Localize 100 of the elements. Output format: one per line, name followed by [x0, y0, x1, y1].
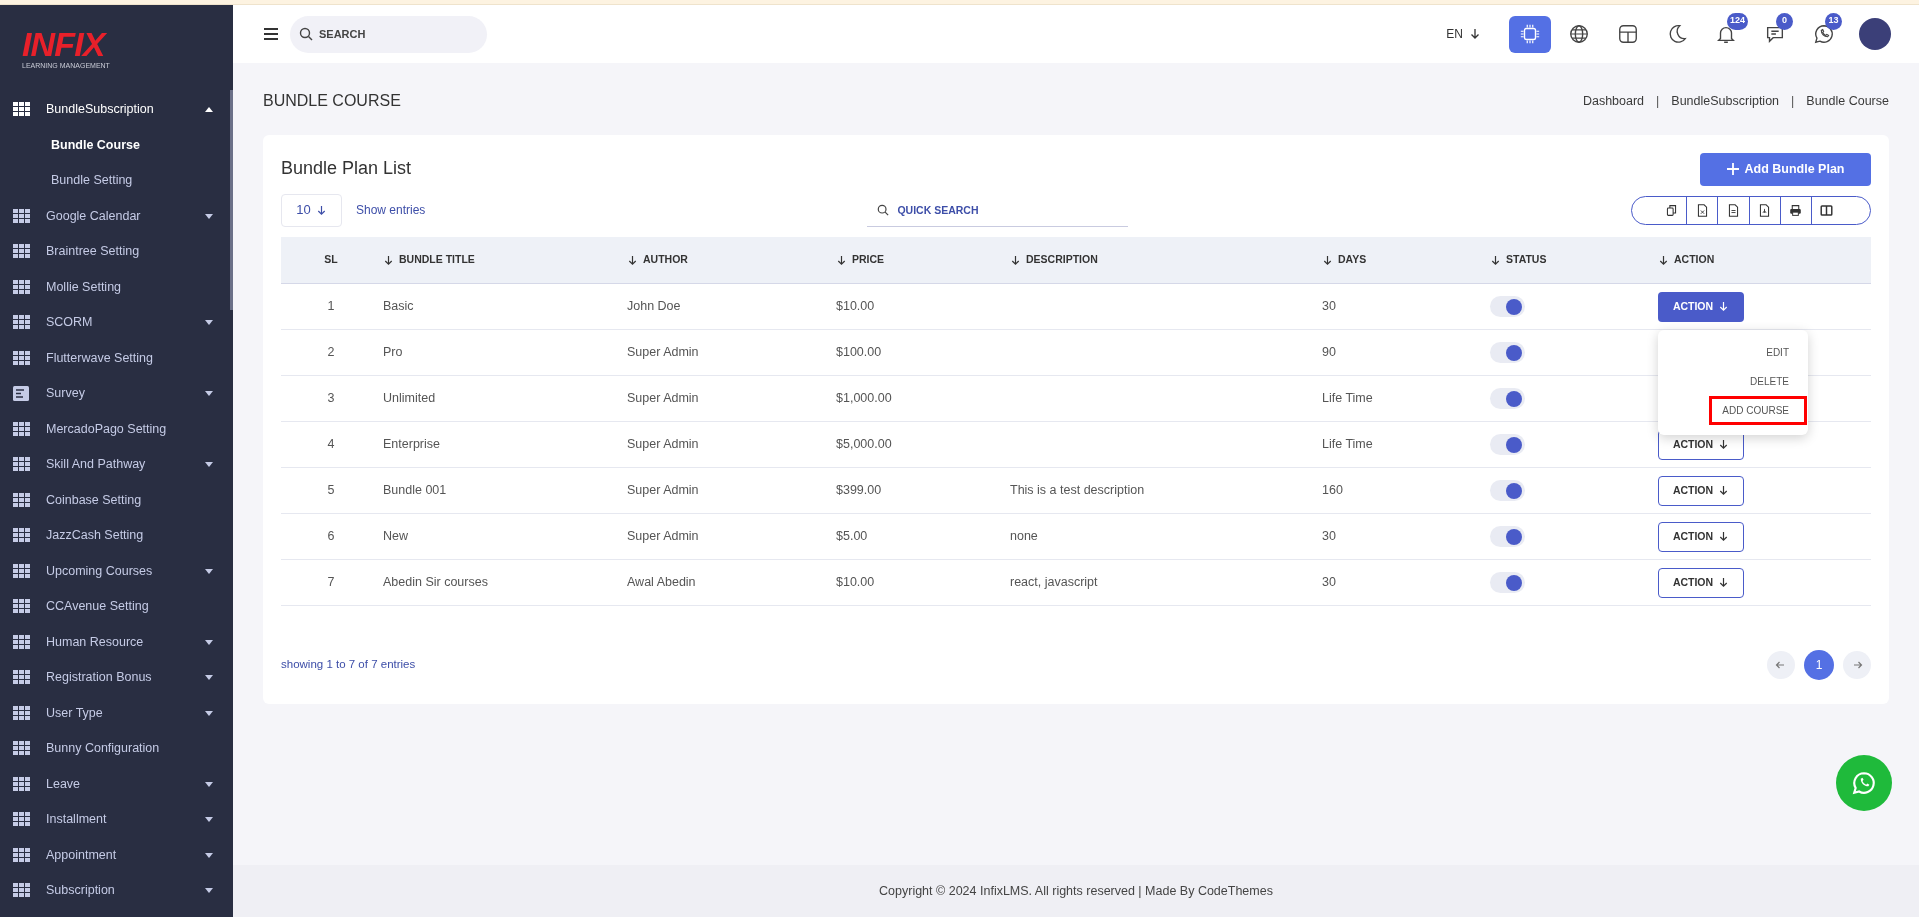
table-cell-text: 30 [1322, 574, 1336, 592]
columns-icon [1820, 202, 1834, 218]
column-header[interactable]: BUNDLE TITLE [381, 237, 625, 283]
table-cell-text: Awal Abedin [627, 574, 696, 592]
grid-icon [13, 492, 30, 508]
grid-icon [13, 776, 30, 792]
column-header[interactable]: PRICE [834, 237, 1008, 283]
search-field[interactable]: SEARCH [290, 15, 487, 53]
grid-icon [13, 563, 30, 579]
grid-icon [13, 741, 30, 757]
sidebar-item[interactable]: JazzCash Setting [0, 518, 233, 554]
sidebar-item[interactable]: SCORM [0, 305, 233, 341]
table-cell-text: 1 [327, 298, 335, 316]
sidebar-item[interactable]: Leave [0, 766, 233, 802]
page-size-select[interactable]: 10 [281, 193, 342, 227]
column-header[interactable]: STATUS [1488, 237, 1656, 283]
table-cell-text: Super Admin [627, 344, 699, 362]
arrow-down-icon [1718, 485, 1730, 496]
column-header[interactable]: ACTION [1656, 237, 1871, 283]
breadcrumb-separator: | [1790, 92, 1796, 110]
sidebar-item[interactable]: Mollie Setting [0, 269, 233, 305]
table-cell-text: Life Time [1322, 436, 1373, 454]
sort-arrow-icon [1490, 254, 1501, 266]
sidebar-item[interactable]: Survey [0, 376, 233, 412]
add-bundle-plan-button[interactable]: Add Bundle Plan [1700, 152, 1871, 186]
page-button[interactable]: 1 [1804, 650, 1834, 680]
table-cell-text: Basic [383, 298, 414, 316]
avatar[interactable] [1859, 18, 1891, 50]
table-cell-text: Unlimited [383, 390, 436, 408]
globe-icon [1568, 23, 1590, 45]
table-cell-text: Super Admin [627, 482, 699, 500]
whatsapp-chat-button[interactable] [1836, 755, 1892, 811]
grid-icon [13, 528, 30, 544]
sidebar-item[interactable]: Subscription [0, 873, 233, 909]
language-selector[interactable]: EN [1446, 25, 1481, 43]
grid-icon [13, 883, 30, 899]
action-button[interactable]: ACTION [1658, 521, 1744, 552]
grid-icon [13, 315, 30, 331]
sidebar-item[interactable]: Skill And Pathway [0, 447, 233, 483]
table-cell-text: Super Admin [627, 528, 699, 546]
sidebar-item[interactable]: Coinbase Setting [0, 482, 233, 518]
sidebar-item[interactable]: MercadoPago Setting [0, 411, 233, 447]
column-header[interactable]: SL [281, 237, 381, 283]
toolbar-button[interactable]: 124 [1705, 15, 1747, 53]
caret-icon [205, 675, 213, 681]
sort-arrow-icon [1658, 254, 1669, 266]
grid-icon [13, 208, 30, 224]
column-header[interactable]: AUTHOR [625, 237, 834, 283]
sidebar-item[interactable]: CCAvenue Setting [0, 589, 233, 625]
status-toggle[interactable] [1490, 480, 1525, 501]
pdf-file-icon [1758, 202, 1772, 218]
action-button[interactable]: ACTION [1658, 567, 1744, 598]
status-toggle[interactable] [1490, 342, 1525, 363]
column-header[interactable]: DAYS [1320, 237, 1488, 283]
toolbar-button[interactable] [1509, 15, 1551, 53]
sidebar-subitem[interactable]: Bundle Course [0, 127, 233, 163]
sidebar-item[interactable]: Upcoming Courses [0, 553, 233, 589]
menu-item[interactable]: DELETE [1750, 366, 1804, 396]
sidebar-item[interactable]: Appointment [0, 837, 233, 873]
sidebar-item[interactable]: Installment [0, 802, 233, 838]
sidebar-item[interactable]: Flutterwave Setting [0, 340, 233, 376]
excel-file-icon [1695, 202, 1709, 218]
status-toggle[interactable] [1490, 434, 1525, 455]
sidebar-item[interactable]: Human Resource [0, 624, 233, 660]
sidebar-item[interactable]: Google Calendar [0, 198, 233, 234]
status-toggle[interactable] [1490, 388, 1525, 409]
table-cell-text: 160 [1322, 482, 1343, 500]
sidebar-subitem[interactable]: Bundle Setting [0, 163, 233, 199]
status-toggle[interactable] [1490, 526, 1525, 547]
table-cell-text: Life Time [1322, 390, 1373, 408]
table-cell-text: $10.00 [836, 574, 875, 592]
status-toggle[interactable] [1490, 572, 1525, 593]
sidebar-item[interactable]: User Type [0, 695, 233, 731]
sidebar-item[interactable]: Registration Bonus [0, 660, 233, 696]
grid-icon [13, 279, 30, 295]
action-button[interactable]: ACTION [1658, 291, 1744, 322]
quick-search-field[interactable]: QUICK SEARCH [867, 193, 1129, 227]
page-title: BUNDLE COURSE [263, 91, 401, 111]
sidebar-item[interactable]: Bunny Configuration [0, 731, 233, 767]
toolbar-button[interactable]: 13 [1803, 15, 1845, 53]
breadcrumb-link[interactable]: Bundle Course [1806, 91, 1889, 111]
caret-icon [205, 213, 213, 219]
sidebar-item[interactable]: BundleSubscription [0, 92, 233, 128]
sidebar-item[interactable]: Braintree Setting [0, 234, 233, 270]
grid-icon [13, 421, 30, 437]
breadcrumb-link[interactable]: Dashboard [1582, 91, 1645, 111]
status-toggle[interactable] [1490, 296, 1525, 317]
sort-arrow-icon [1322, 254, 1333, 266]
menu-item[interactable]: ADD COURSE [1709, 395, 1807, 425]
column-header[interactable]: DESCRIPTION [1008, 237, 1320, 283]
table-cell-text: 5 [327, 482, 335, 500]
breadcrumb-link[interactable]: BundleSubscription [1671, 91, 1780, 111]
menu-item[interactable]: EDIT [1766, 337, 1804, 367]
caret-icon [205, 852, 213, 858]
menu-icon[interactable] [263, 27, 279, 41]
toolbar-button[interactable]: 0 [1754, 15, 1796, 53]
table-cell-text: 3 [327, 390, 335, 408]
copy-icon [1664, 202, 1678, 218]
sort-arrow-icon [383, 254, 394, 266]
action-button[interactable]: ACTION [1658, 475, 1744, 506]
